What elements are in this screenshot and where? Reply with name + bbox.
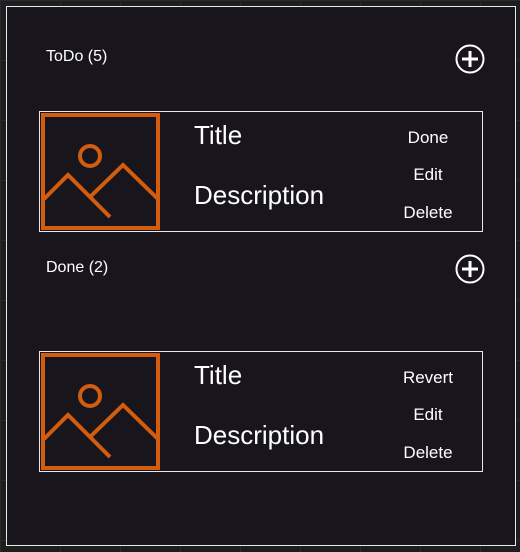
card-title: Title	[194, 360, 243, 390]
image-placeholder-icon	[41, 353, 160, 470]
todo-section-header: ToDo (5)	[46, 48, 108, 65]
card-title: Title	[194, 120, 243, 150]
delete-button[interactable]: Delete	[374, 203, 482, 223]
done-section-header: Done (2)	[46, 259, 109, 276]
done-task-card[interactable]: Title Description Revert Edit Delete	[39, 351, 483, 472]
image-placeholder-icon	[41, 113, 160, 230]
card-description: Description	[194, 180, 325, 210]
todo-task-card[interactable]: Title Description Done Edit Delete	[39, 111, 483, 232]
done-button[interactable]: Done	[374, 128, 482, 148]
add-done-button[interactable]	[455, 254, 485, 284]
delete-button[interactable]: Delete	[374, 443, 482, 463]
add-todo-button[interactable]	[455, 44, 485, 74]
task-board-panel: ToDo (5) Title Description Done Edit Del…	[6, 6, 516, 546]
card-actions: Revert Edit Delete	[374, 352, 482, 471]
card-actions: Done Edit Delete	[374, 112, 482, 231]
revert-button[interactable]: Revert	[374, 368, 482, 388]
edit-button[interactable]: Edit	[374, 405, 482, 425]
plus-circle-icon	[455, 44, 485, 74]
card-description: Description	[194, 420, 325, 450]
plus-circle-icon	[455, 254, 485, 284]
edit-button[interactable]: Edit	[374, 165, 482, 185]
